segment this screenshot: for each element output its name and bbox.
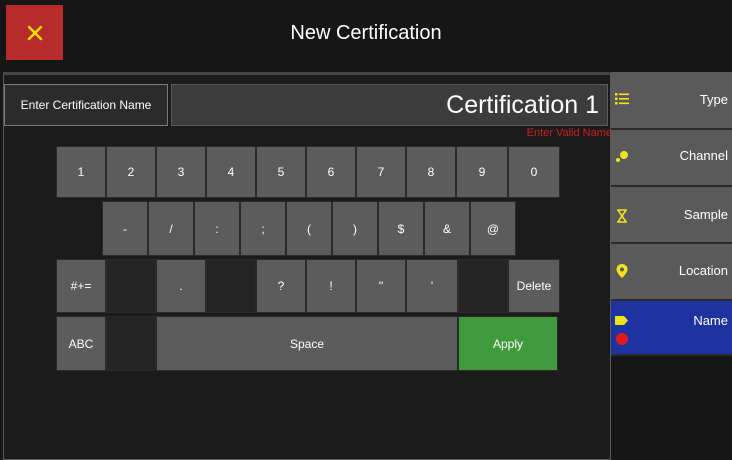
key-slash[interactable]: /: [148, 201, 194, 256]
sidebar-item-channel[interactable]: Channel: [611, 130, 732, 187]
tag-icon: [615, 316, 628, 325]
key-1[interactable]: 1: [56, 146, 106, 198]
key-blank[interactable]: [106, 259, 156, 313]
certification-name-field[interactable]: Certification 1: [171, 84, 608, 126]
apply-button[interactable]: Apply: [458, 316, 558, 371]
key-symbols-toggle[interactable]: #+=: [56, 259, 106, 313]
sidebar-item-label: Name: [693, 313, 728, 328]
abc-key[interactable]: ABC: [56, 316, 106, 371]
space-key[interactable]: Space: [156, 316, 458, 371]
key-dollar[interactable]: $: [378, 201, 424, 256]
key-period[interactable]: .: [156, 259, 206, 313]
sidebar-item-location[interactable]: Location: [611, 244, 732, 301]
key-at[interactable]: @: [470, 201, 516, 256]
key-8[interactable]: 8: [406, 146, 456, 198]
validation-error: Enter Valid Name: [526, 127, 612, 139]
key-colon[interactable]: :: [194, 201, 240, 256]
key-3[interactable]: 3: [156, 146, 206, 198]
key-blank[interactable]: [206, 259, 256, 313]
required-dot-icon: [616, 333, 628, 345]
sidebar-item-label: Channel: [679, 148, 728, 163]
sidebar: Type Channel Sample Location Name: [611, 72, 732, 460]
header-bar: New Certification: [0, 0, 732, 72]
name-field-label: Enter Certification Name: [4, 84, 168, 126]
key-exclamation[interactable]: !: [306, 259, 356, 313]
key-dash[interactable]: -: [102, 201, 148, 256]
key-double-quote[interactable]: ": [356, 259, 406, 313]
delete-key[interactable]: Delete: [508, 259, 560, 313]
key-7[interactable]: 7: [356, 146, 406, 198]
sidebar-item-type[interactable]: Type: [611, 72, 732, 130]
key-4[interactable]: 4: [206, 146, 256, 198]
key-blank[interactable]: [458, 259, 508, 313]
key-5[interactable]: 5: [256, 146, 306, 198]
key-blank[interactable]: [106, 316, 156, 371]
channel-icon: [616, 151, 628, 162]
list-icon: [615, 93, 629, 105]
name-entry-row: Enter Certification Name Certification 1: [4, 84, 608, 126]
key-apostrophe[interactable]: ': [406, 259, 458, 313]
sidebar-item-label: Location: [678, 263, 728, 278]
sidebar-item-label: Sample: [683, 207, 728, 222]
key-semicolon[interactable]: ;: [240, 201, 286, 256]
location-pin-icon: [616, 264, 628, 278]
key-ampersand[interactable]: &: [424, 201, 470, 256]
key-close-paren[interactable]: ): [332, 201, 378, 256]
key-open-paren[interactable]: (: [286, 201, 332, 256]
sidebar-item-name[interactable]: Name: [611, 301, 732, 356]
key-2[interactable]: 2: [106, 146, 156, 198]
sidebar-item-label: Type: [699, 92, 728, 107]
key-9[interactable]: 9: [456, 146, 508, 198]
hourglass-icon: [617, 209, 627, 223]
sidebar-item-sample[interactable]: Sample: [611, 187, 732, 244]
key-6[interactable]: 6: [306, 146, 356, 198]
page-title: New Certification: [290, 22, 442, 44]
key-0[interactable]: 0: [508, 146, 560, 198]
key-question[interactable]: ?: [256, 259, 306, 313]
